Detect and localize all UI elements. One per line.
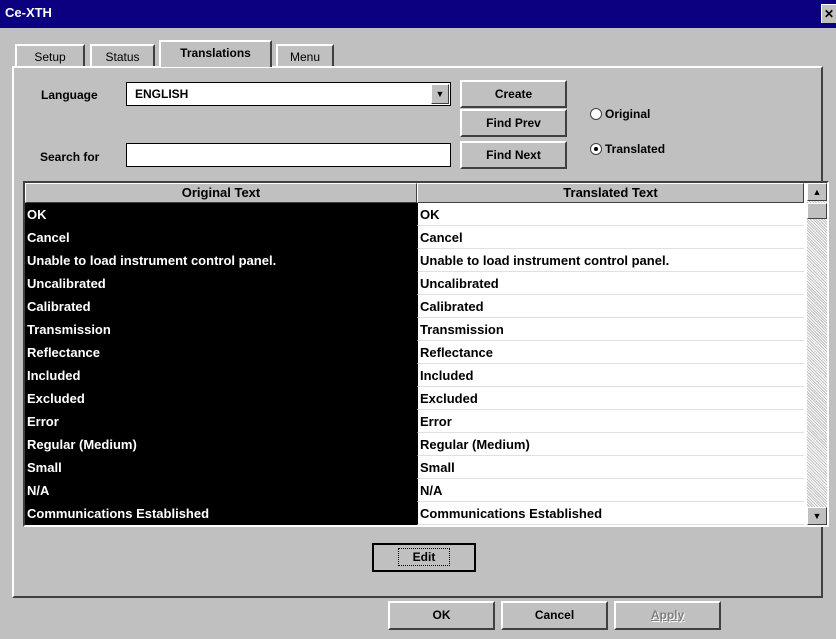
table-row[interactable]: Regular (Medium) Regular (Medium): [25, 433, 804, 456]
language-label: Language: [41, 88, 98, 102]
translation-table[interactable]: Original Text Translated Text OK OK Cancel…: [23, 181, 829, 527]
table-row[interactable]: Error Error: [25, 410, 804, 433]
edit-button[interactable]: Edit: [372, 543, 476, 572]
vertical-scrollbar[interactable]: ▲ ▼: [807, 183, 827, 525]
original-text-cell[interactable]: Uncalibrated: [25, 272, 417, 295]
chevron-down-icon[interactable]: ▼: [431, 84, 449, 104]
window-title: Ce-XTH: [5, 5, 52, 20]
translated-text-cell[interactable]: Uncalibrated: [417, 272, 804, 295]
scroll-up-icon[interactable]: ▲: [807, 183, 827, 201]
translated-text-cell[interactable]: Communications Established: [417, 502, 804, 525]
translated-text-cell[interactable]: Transmission: [417, 318, 804, 341]
translated-text-cell[interactable]: OK: [417, 203, 804, 226]
radio-translated[interactable]: Translated: [590, 142, 665, 156]
create-button[interactable]: Create: [460, 80, 567, 108]
original-text-cell[interactable]: Communications Established: [25, 502, 417, 525]
search-input[interactable]: [126, 143, 451, 167]
translated-text-cell[interactable]: Calibrated: [417, 295, 804, 318]
table-row[interactable]: Cancel Cancel: [25, 226, 804, 249]
find-next-button[interactable]: Find Next: [460, 141, 567, 169]
tab-menu[interactable]: Menu: [276, 44, 334, 66]
scroll-down-icon[interactable]: ▼: [807, 507, 827, 525]
original-text-cell[interactable]: Included: [25, 364, 417, 387]
translated-text-cell[interactable]: N/A: [417, 479, 804, 502]
translated-text-cell[interactable]: Unable to load instrument control panel.: [417, 249, 804, 272]
ok-button[interactable]: OK: [388, 601, 495, 630]
radio-original-label: Original: [605, 107, 651, 121]
table-row[interactable]: Transmission Transmission: [25, 318, 804, 341]
original-text-cell[interactable]: N/A: [25, 479, 417, 502]
translated-text-cell[interactable]: Excluded: [417, 387, 804, 410]
table-row[interactable]: Communications Established Communications…: [25, 502, 804, 525]
original-text-cell[interactable]: Excluded: [25, 387, 417, 410]
original-text-cell[interactable]: Reflectance: [25, 341, 417, 364]
table-row[interactable]: Small Small: [25, 456, 804, 479]
original-text-cell[interactable]: Regular (Medium): [25, 433, 417, 456]
table-row[interactable]: Unable to load instrument control panel.…: [25, 249, 804, 272]
table-row[interactable]: N/A N/A: [25, 479, 804, 502]
original-text-cell[interactable]: Calibrated: [25, 295, 417, 318]
language-select[interactable]: ENGLISH ▼: [126, 82, 451, 106]
find-prev-button[interactable]: Find Prev: [460, 109, 567, 137]
dialog-window: Ce-XTH ✕ Setup Status Translations Menu …: [0, 0, 836, 639]
tab-setup[interactable]: Setup: [15, 44, 85, 66]
header-translated-text[interactable]: Translated Text: [417, 183, 804, 203]
original-text-cell[interactable]: Small: [25, 456, 417, 479]
translated-text-cell[interactable]: Reflectance: [417, 341, 804, 364]
header-original-text[interactable]: Original Text: [25, 183, 417, 203]
close-icon[interactable]: ✕: [821, 4, 836, 23]
table-row[interactable]: Excluded Excluded: [25, 387, 804, 410]
original-text-cell[interactable]: Transmission: [25, 318, 417, 341]
table-row[interactable]: Calibrated Calibrated: [25, 295, 804, 318]
language-value: ENGLISH: [135, 87, 189, 101]
translated-text-cell[interactable]: Error: [417, 410, 804, 433]
original-text-cell[interactable]: Unable to load instrument control panel.: [25, 249, 417, 272]
original-text-cell[interactable]: OK: [25, 203, 417, 226]
table-row[interactable]: Uncalibrated Uncalibrated: [25, 272, 804, 295]
radio-on-icon: [590, 142, 602, 155]
title-bar[interactable]: Ce-XTH ✕: [0, 0, 836, 28]
table-row[interactable]: Included Included: [25, 364, 804, 387]
edit-button-label: Edit: [397, 548, 451, 566]
tab-status[interactable]: Status: [90, 44, 155, 66]
table-row[interactable]: OK OK: [25, 203, 804, 226]
scroll-thumb[interactable]: [807, 203, 827, 219]
translated-text-cell[interactable]: Regular (Medium): [417, 433, 804, 456]
tab-translations[interactable]: Translations: [159, 40, 272, 67]
original-text-cell[interactable]: Cancel: [25, 226, 417, 249]
translated-text-cell[interactable]: Cancel: [417, 226, 804, 249]
search-label: Search for: [40, 150, 100, 164]
apply-button: Apply: [614, 601, 721, 630]
cancel-button[interactable]: Cancel: [501, 601, 608, 630]
original-text-cell[interactable]: Error: [25, 410, 417, 433]
radio-off-icon: [590, 107, 602, 120]
translated-text-cell[interactable]: Included: [417, 364, 804, 387]
table-row[interactable]: Reflectance Reflectance: [25, 341, 804, 364]
radio-translated-label: Translated: [605, 142, 666, 156]
translated-text-cell[interactable]: Small: [417, 456, 804, 479]
table-rows: OK OK Cancel Cancel Unable to load instrumen…: [25, 203, 804, 525]
radio-original[interactable]: Original: [590, 107, 650, 121]
